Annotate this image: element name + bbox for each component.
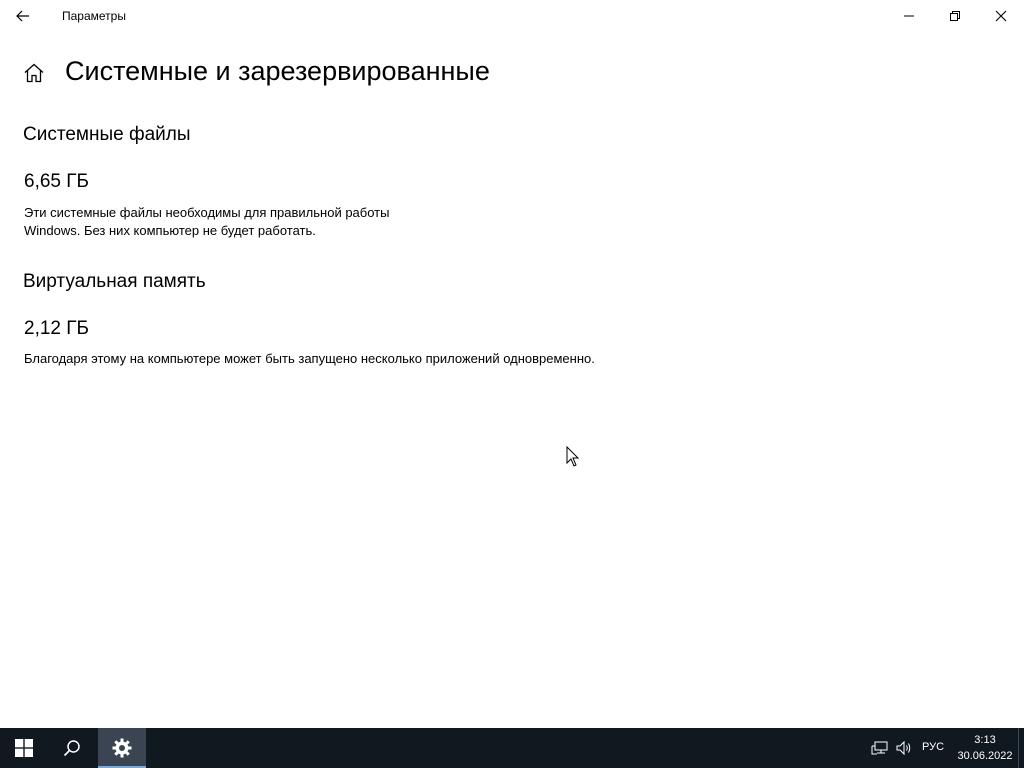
start-button[interactable] bbox=[0, 728, 48, 768]
system-files-description-line1: Эти системные файлы необходимы для прави… bbox=[24, 205, 390, 220]
network-icon bbox=[871, 741, 888, 755]
system-files-description-line2: Windows. Без них компьютер не будет рабо… bbox=[24, 223, 316, 238]
back-arrow-icon bbox=[16, 10, 29, 22]
system-files-description: Эти системные файлы необходимы для прави… bbox=[24, 204, 389, 240]
virtual-memory-heading: Виртуальная память bbox=[23, 271, 206, 292]
minimize-button[interactable] bbox=[886, 0, 932, 32]
clock-date: 30.06.2022 bbox=[957, 750, 1013, 762]
title-bar: Параметры bbox=[0, 0, 1024, 32]
back-button[interactable] bbox=[0, 0, 46, 32]
show-desktop-button[interactable] bbox=[1018, 728, 1024, 768]
clock[interactable]: 3:13 30.06.2022 bbox=[952, 732, 1018, 764]
home-icon[interactable] bbox=[22, 61, 46, 85]
taskbar-search-button[interactable] bbox=[48, 728, 96, 768]
close-button[interactable] bbox=[978, 0, 1024, 32]
restore-icon bbox=[950, 11, 960, 21]
virtual-memory-description-line1: Благодаря этому на компьютере может быть… bbox=[24, 351, 595, 366]
taskbar: РУС 3:13 30.06.2022 bbox=[0, 728, 1024, 768]
volume-icon bbox=[896, 740, 911, 756]
input-language-indicator[interactable]: РУС bbox=[922, 741, 944, 753]
restore-button[interactable] bbox=[932, 0, 978, 32]
window-title: Параметры bbox=[62, 9, 126, 23]
system-files-size: 6,65 ГБ bbox=[24, 171, 90, 192]
virtual-memory-description: Благодаря этому на компьютере может быть… bbox=[24, 350, 595, 368]
network-tray-button[interactable] bbox=[870, 738, 890, 758]
system-files-heading: Системные файлы bbox=[23, 124, 191, 145]
clock-time: 3:13 bbox=[974, 734, 996, 746]
volume-tray-button[interactable] bbox=[894, 738, 914, 758]
mouse-cursor-icon bbox=[566, 446, 580, 467]
settings-gear-icon bbox=[112, 738, 132, 758]
search-icon bbox=[63, 740, 80, 757]
minimize-icon bbox=[904, 15, 914, 17]
page-title: Системные и зарезервированные bbox=[65, 56, 490, 86]
close-icon bbox=[995, 10, 1007, 22]
virtual-memory-size: 2,12 ГБ bbox=[24, 318, 90, 339]
settings-window: Параметры Системные и зарезервированные … bbox=[0, 0, 1024, 728]
start-icon bbox=[15, 739, 33, 757]
taskbar-settings-app[interactable] bbox=[98, 728, 146, 768]
